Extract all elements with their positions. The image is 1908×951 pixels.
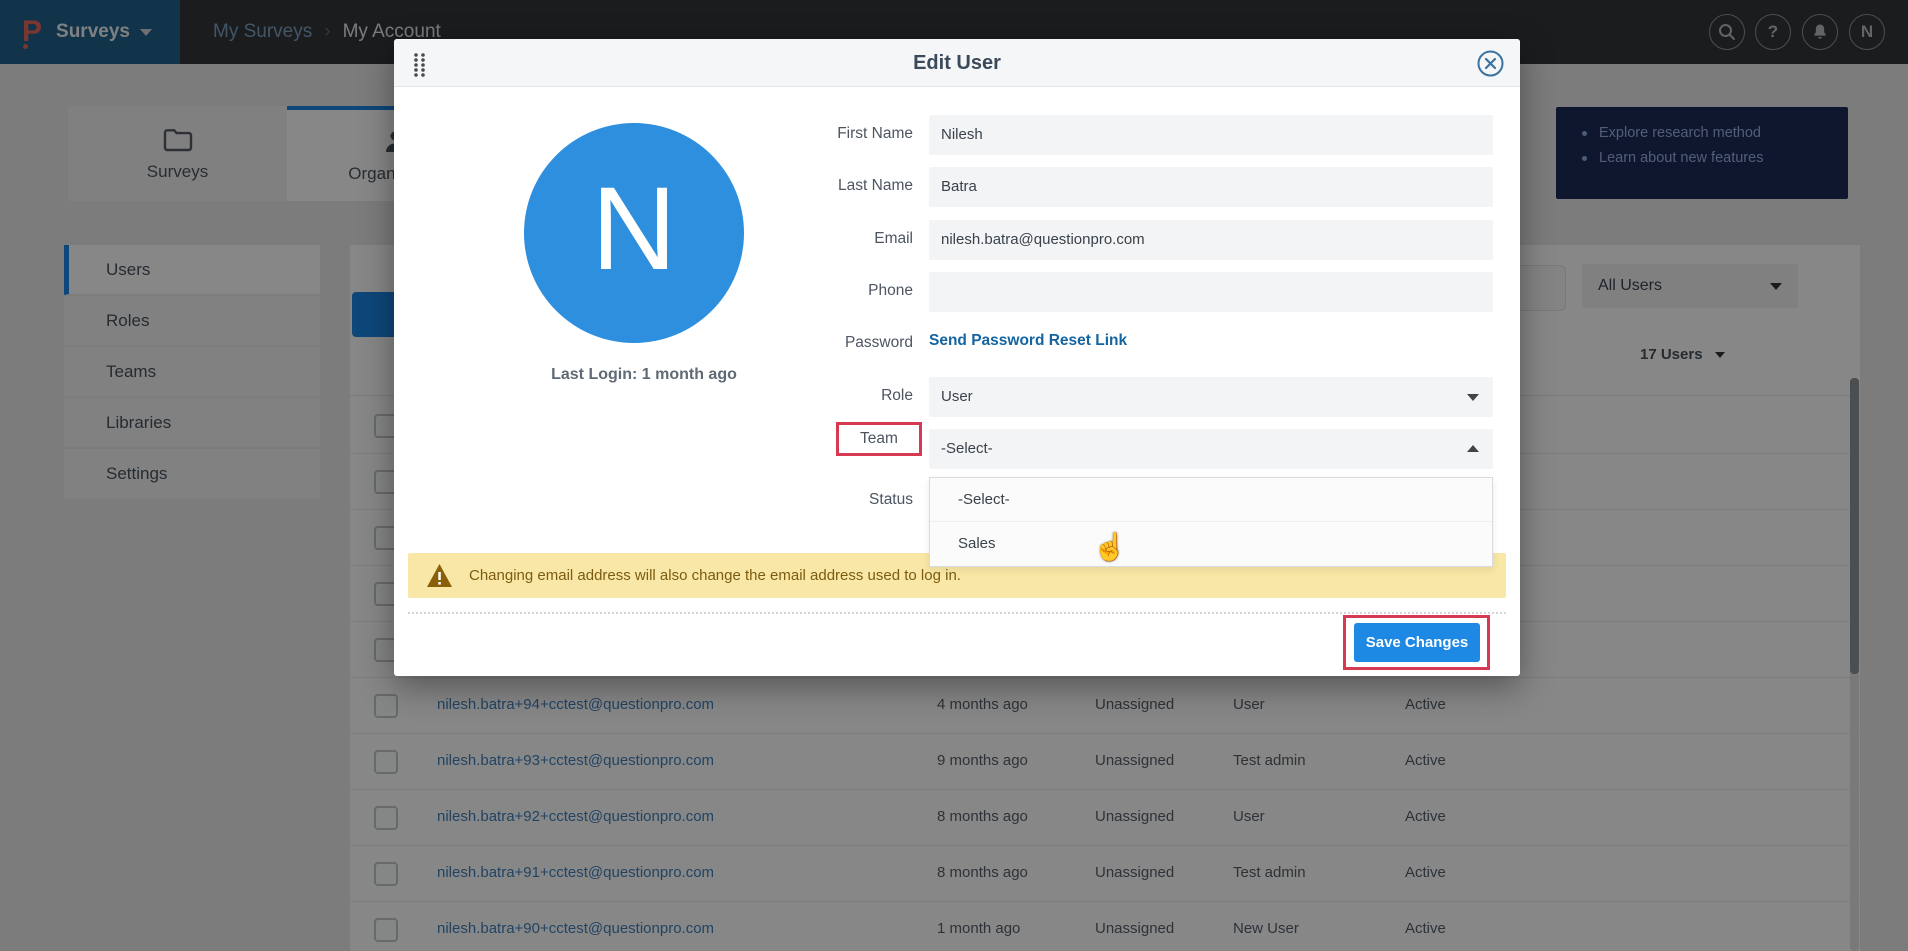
email-label: Email (680, 230, 913, 248)
hand-cursor-icon: ☝ (1093, 531, 1127, 563)
role-select-value: User (941, 388, 973, 405)
save-changes-button[interactable]: Save Changes (1354, 623, 1480, 662)
modal-title: Edit User (394, 39, 1520, 87)
warning-text: Changing email address will also change … (469, 567, 961, 584)
team-select[interactable]: -Select- (929, 429, 1493, 469)
role-select[interactable]: User (929, 377, 1493, 417)
drag-handle-icon[interactable] (412, 51, 427, 84)
first-name-label: First Name (680, 125, 913, 143)
email-input[interactable]: nilesh.batra@questionpro.com (929, 220, 1493, 260)
last-login-text: Last Login: 1 month ago (474, 366, 814, 384)
phone-input[interactable] (929, 272, 1493, 312)
team-dropdown-menu: -Select- Sales (929, 477, 1493, 567)
team-select-value: -Select- (941, 440, 993, 457)
chevron-up-icon (1467, 445, 1479, 452)
last-name-input[interactable]: Batra (929, 167, 1493, 207)
phone-label: Phone (680, 282, 913, 300)
modal-header: Edit User (394, 39, 1520, 87)
send-password-reset-link[interactable]: Send Password Reset Link (929, 332, 1127, 350)
last-name-label: Last Name (680, 177, 913, 195)
team-label: Team (860, 430, 898, 448)
edit-user-modal: Edit User N Last Login: 1 month ago Firs… (394, 39, 1520, 676)
password-label: Password (680, 334, 913, 352)
status-label: Status (680, 491, 913, 509)
warning-triangle-icon (426, 563, 453, 588)
app-root: P Surveys My Surveys › My Account ? N Su… (0, 0, 1908, 951)
team-label-annotation: Team (836, 422, 922, 456)
role-label: Role (680, 387, 913, 405)
divider (408, 612, 1506, 614)
close-icon[interactable] (1477, 50, 1504, 77)
avatar-initial: N (591, 170, 676, 288)
first-name-input[interactable]: Nilesh (929, 115, 1493, 155)
team-option-sales[interactable]: Sales (930, 522, 1492, 566)
chevron-down-icon (1467, 394, 1479, 401)
team-option-select[interactable]: -Select- (930, 478, 1492, 522)
